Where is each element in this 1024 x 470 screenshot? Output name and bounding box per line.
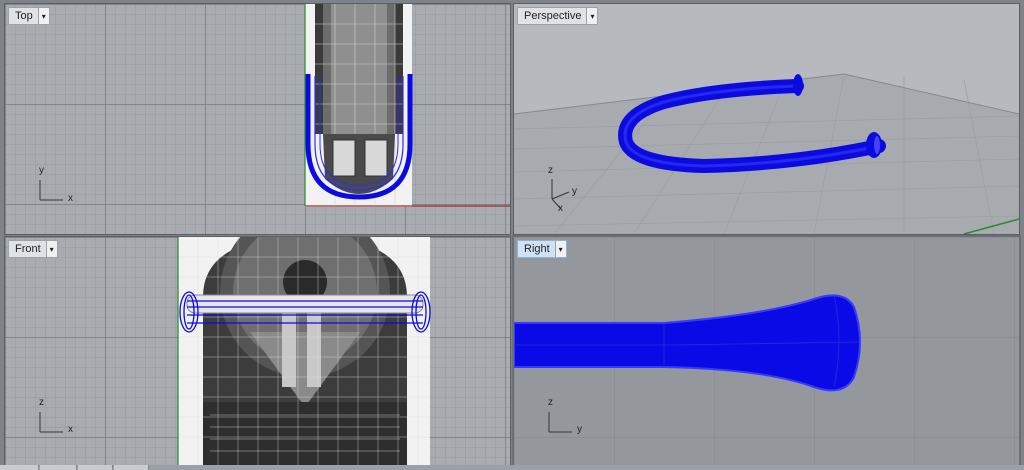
viewport-tab-stub[interactable] xyxy=(114,465,149,470)
axis-label-z: z xyxy=(548,397,553,408)
axis-label-z: z xyxy=(548,165,553,176)
axis-label-y: y xyxy=(572,186,577,197)
top-view-drawing xyxy=(39,4,510,207)
tab-right[interactable]: Right ▾ xyxy=(517,240,567,258)
axis-label-x: x xyxy=(68,193,73,204)
viewport-front[interactable]: z x Front ▾ xyxy=(4,236,511,466)
axis-label-y: y xyxy=(39,165,44,176)
axis-label-y: y xyxy=(577,424,582,435)
tab-top[interactable]: Top ▾ xyxy=(8,7,50,25)
viewport-title: Right xyxy=(524,243,550,255)
viewport-top[interactable]: y x Top ▾ xyxy=(4,3,511,235)
right-view-drawing xyxy=(514,237,1019,465)
tab-front[interactable]: Front ▾ xyxy=(8,240,58,258)
viewport-title: Perspective xyxy=(524,10,582,22)
chevron-down-icon[interactable]: ▾ xyxy=(45,241,57,257)
viewport-tab-stub[interactable] xyxy=(40,465,77,470)
chevron-down-icon[interactable]: ▾ xyxy=(554,241,566,257)
axis-label-x: x xyxy=(68,424,73,435)
chevron-down-icon[interactable]: ▾ xyxy=(586,8,598,24)
perspective-view-drawing xyxy=(514,73,1019,234)
viewport-title: Top xyxy=(15,10,33,22)
axis-label-z: z xyxy=(39,397,44,408)
tab-perspective[interactable]: Perspective ▾ xyxy=(517,7,599,25)
viewport-right[interactable]: z y Right ▾ xyxy=(512,235,1021,467)
axis-label-x: x xyxy=(558,203,563,214)
front-view-drawing xyxy=(39,237,431,465)
viewport-tabs-strip xyxy=(0,465,1024,470)
viewport-tab-stub[interactable] xyxy=(0,465,39,470)
viewport-tab-stub[interactable] xyxy=(78,465,113,470)
viewport-perspective[interactable]: z y x Perspective ▾ xyxy=(513,3,1020,235)
chevron-down-icon[interactable]: ▾ xyxy=(37,8,49,24)
viewport-title: Front xyxy=(15,243,41,255)
